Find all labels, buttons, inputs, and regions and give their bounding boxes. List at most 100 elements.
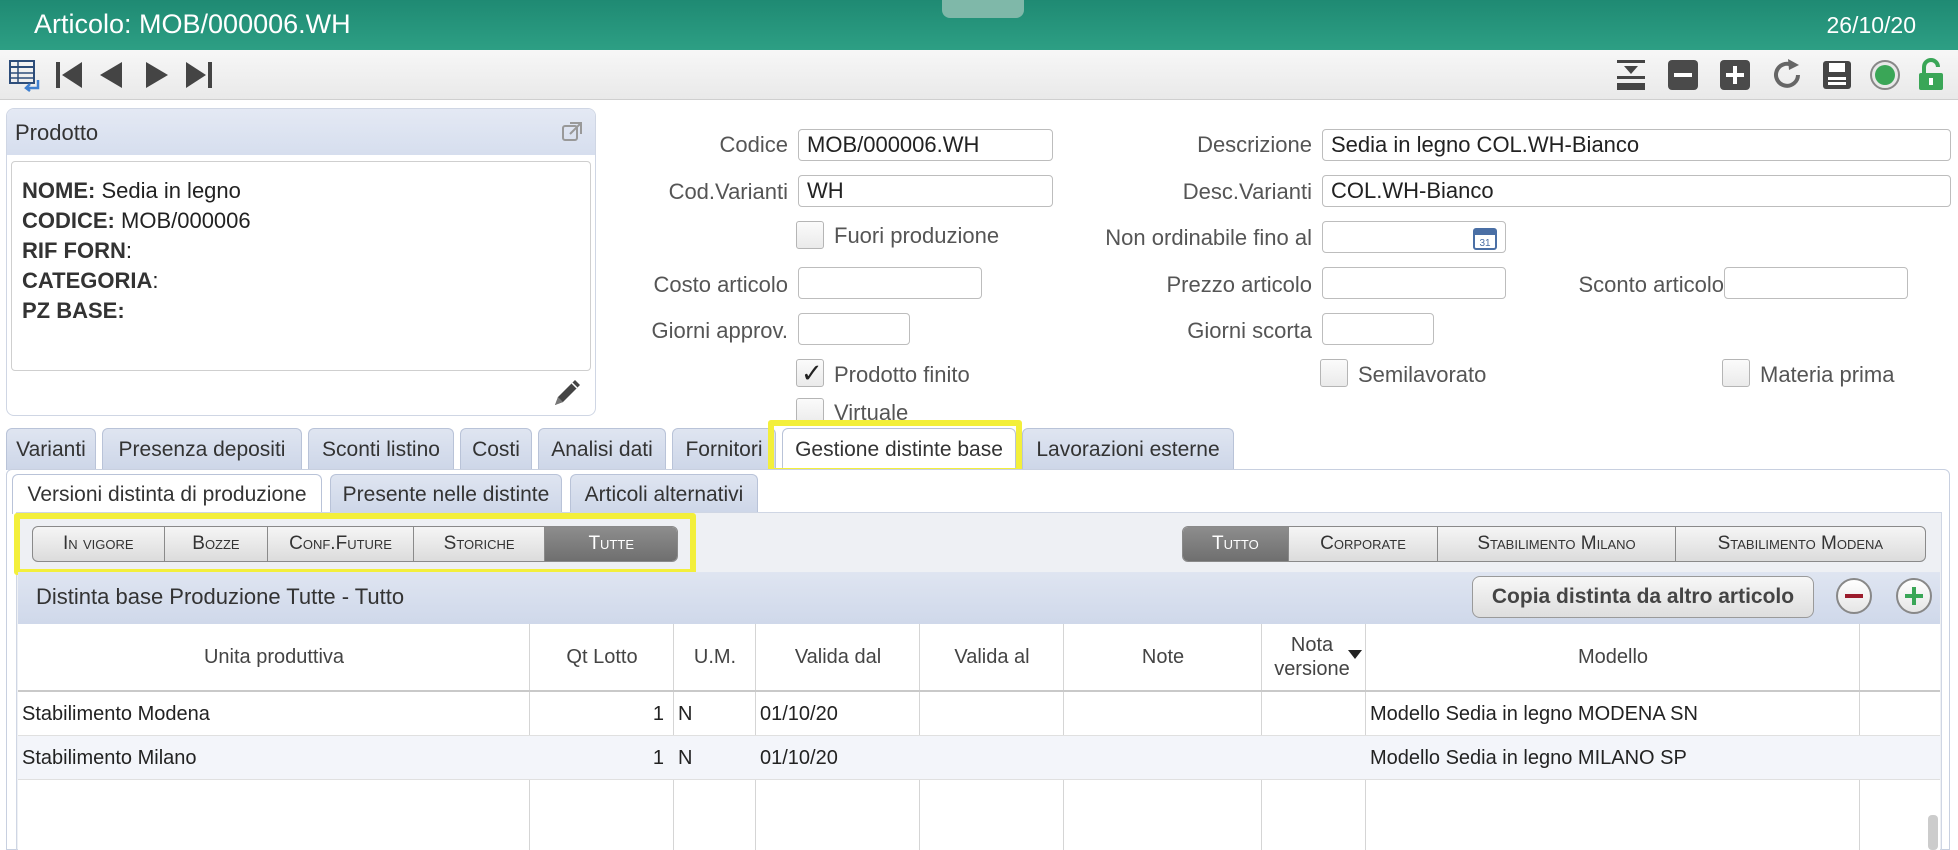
grid-scrollbar[interactable] — [1928, 815, 1938, 850]
next-record-icon[interactable] — [138, 56, 176, 94]
distinta-grid: Unita produttiva Qt Lotto U.M. Valida da… — [18, 624, 1940, 850]
prodotto-finito-checkbox[interactable] — [796, 358, 824, 389]
desc-varianti-field[interactable]: COL.WH-Bianco — [1322, 175, 1951, 207]
subtab-presente-nelle-distinte[interactable]: Presente nelle distinte — [330, 474, 562, 514]
semilavorato-label: Semilavorato — [1358, 362, 1487, 387]
cell-unita-produttiva: Stabilimento Milano — [22, 746, 197, 769]
col-header-valida-al[interactable]: Valida al — [920, 624, 1064, 690]
cell-valida-dal: 01/10/20 — [760, 702, 838, 725]
giorni-approv-field[interactable] — [798, 313, 910, 345]
col-header-valida-dal[interactable]: Valida dal — [756, 624, 920, 690]
fuori-produzione-label: Fuori produzione — [834, 223, 1000, 248]
plus-circle-icon — [1905, 587, 1923, 605]
cell-valida-dal: 01/10/20 — [760, 746, 838, 769]
status-green-icon[interactable] — [1866, 56, 1904, 94]
prev-record-icon[interactable] — [92, 56, 130, 94]
minus-circle-icon — [1845, 594, 1863, 598]
giorni-scorta-label: Giorni scorta — [1187, 318, 1312, 343]
unlock-icon[interactable] — [1912, 56, 1950, 94]
cell-modello: Modello Sedia in legno MILANO SP — [1370, 746, 1687, 769]
table-row[interactable]: Stabilimento Milano 1 N 01/10/20 Modello… — [18, 736, 1940, 780]
toolbar — [0, 50, 1958, 100]
site-filter: Tutto Corporate Stabilimento Milano Stab… — [1182, 526, 1926, 562]
site-filter-milano[interactable]: Stabilimento Milano — [1438, 527, 1676, 561]
cod-varianti-label: Cod.Varianti — [668, 179, 788, 204]
tab-lavorazioni-esterne[interactable]: Lavorazioni esterne — [1022, 428, 1234, 470]
codice-field[interactable]: MOB/000006.WH — [798, 129, 1053, 161]
grid-title: Distinta base Produzione Tutte - Tutto — [36, 584, 405, 609]
col-header-modello[interactable]: Modello — [1366, 624, 1860, 690]
cell-um: N — [678, 746, 693, 769]
materia-prima-label: Materia prima — [1760, 362, 1895, 387]
subtab-versioni-distinta[interactable]: Versioni distinta di produzione — [12, 474, 322, 514]
minus-icon[interactable] — [1664, 56, 1702, 94]
first-record-icon[interactable] — [50, 56, 88, 94]
cell-unita-produttiva: Stabilimento Modena — [22, 702, 210, 725]
costo-label: Costo articolo — [653, 272, 788, 297]
cod-varianti-field[interactable]: WH — [798, 175, 1053, 207]
site-filter-modena[interactable]: Stabilimento Modena — [1676, 527, 1925, 561]
fuori-produzione-checkbox[interactable] — [796, 221, 824, 249]
prezzo-field[interactable] — [1322, 267, 1506, 299]
sconto-label: Sconto articolo — [1578, 272, 1724, 297]
last-record-icon[interactable] — [180, 56, 218, 94]
window-grip[interactable] — [942, 0, 1024, 18]
pencil-icon[interactable] — [549, 373, 587, 411]
prodotto-finito-label: Prodotto finito — [834, 362, 970, 387]
external-link-icon[interactable] — [561, 121, 583, 143]
table-row[interactable]: Stabilimento Modena 1 N 01/10/20 Modello… — [18, 692, 1940, 736]
title-bar: Articolo: MOB/000006.WH 26/10/20 — [0, 0, 1958, 50]
product-panel: Prodotto NOME: Sedia in legno CODICE: MO… — [6, 108, 596, 416]
cell-um: N — [678, 702, 693, 725]
subtab-articoli-alternativi[interactable]: Articoli alternativi — [570, 474, 758, 514]
tab-presenza-depositi[interactable]: Presenza depositi — [102, 428, 302, 470]
sort-desc-icon[interactable] — [1348, 650, 1362, 660]
sconto-field[interactable] — [1724, 267, 1908, 299]
desc-varianti-label: Desc.Varianti — [1182, 179, 1312, 204]
col-header-note[interactable]: Note — [1064, 624, 1262, 690]
descrizione-label: Descrizione — [1197, 132, 1312, 157]
col-header-nota-versione[interactable]: Nota versione — [1262, 624, 1362, 690]
svg-text:31: 31 — [1479, 238, 1491, 249]
copy-distinta-button[interactable]: Copia distinta da altro articolo — [1472, 576, 1814, 618]
col-header-unita-produttiva[interactable]: Unita produttiva — [18, 624, 530, 690]
cell-qt-lotto: 1 — [652, 702, 664, 725]
prezzo-label: Prezzo articolo — [1166, 272, 1312, 297]
highlight-tab — [768, 420, 1022, 474]
materia-prima-checkbox[interactable] — [1722, 359, 1750, 387]
product-code: CODICE: MOB/000006 — [22, 208, 251, 233]
product-supplier-ref: RIF FORN: — [22, 238, 133, 263]
giorni-approv-label: Giorni approv. — [651, 318, 788, 343]
costo-field[interactable] — [798, 267, 982, 299]
tab-analisi-dati[interactable]: Analisi dati — [538, 428, 666, 470]
cell-qt-lotto: 1 — [652, 746, 664, 769]
tab-fornitori[interactable]: Fornitori — [672, 428, 776, 470]
plus-icon[interactable] — [1716, 56, 1754, 94]
table-return-icon[interactable] — [6, 56, 44, 94]
tab-costi[interactable]: Costi — [460, 428, 532, 470]
tab-sconti-listino[interactable]: Sconti listino — [308, 428, 454, 470]
site-filter-tutto[interactable]: Tutto — [1183, 527, 1289, 561]
semilavorato-checkbox[interactable] — [1320, 359, 1348, 387]
col-header-um[interactable]: U.M. — [674, 624, 756, 690]
col-header-qt-lotto[interactable]: Qt Lotto — [530, 624, 674, 690]
add-row-button[interactable] — [1896, 578, 1932, 614]
save-icon[interactable] — [1818, 56, 1856, 94]
tab-varianti[interactable]: Varianti — [6, 428, 96, 470]
non-ordinabile-label: Non ordinabile fino al — [1105, 225, 1312, 250]
product-info: NOME: Sedia in legno CODICE: MOB/000006 … — [11, 161, 591, 371]
product-category: CATEGORIA: — [22, 268, 159, 293]
cell-modello: Modello Sedia in legno MODENA SN — [1370, 702, 1698, 725]
site-filter-corporate[interactable]: Corporate — [1289, 527, 1439, 561]
product-name: NOME: Sedia in legno — [22, 178, 241, 203]
codice-label: Codice — [719, 132, 788, 157]
product-panel-header: Prodotto — [7, 109, 595, 155]
calendar-icon[interactable]: 31 — [1473, 226, 1497, 250]
collapse-icon[interactable] — [1612, 56, 1650, 94]
remove-row-button[interactable] — [1836, 578, 1872, 614]
descrizione-field[interactable]: Sedia in legno COL.WH-Bianco — [1322, 129, 1951, 161]
giorni-scorta-field[interactable] — [1322, 313, 1434, 345]
refresh-icon[interactable] — [1768, 56, 1806, 94]
product-panel-title: Prodotto — [15, 120, 99, 145]
header-date: 26/10/20 — [1826, 12, 1916, 38]
